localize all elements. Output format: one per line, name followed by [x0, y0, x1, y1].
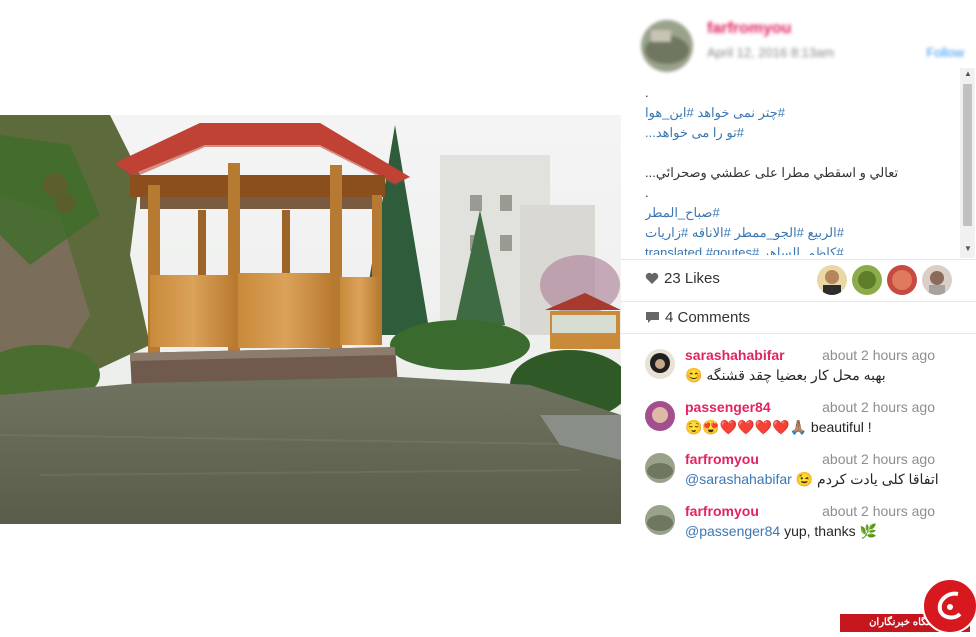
comment-username[interactable]: farfromyou: [685, 451, 759, 467]
divider: [621, 259, 976, 260]
comment-body: yup, thanks 🌿: [784, 523, 877, 539]
comment-mention[interactable]: @passenger84: [685, 523, 780, 539]
post-caption: . #چتر نمی خواهد #این_هوا #تو را می خواه…: [645, 83, 955, 255]
scroll-up-icon[interactable]: ▲: [964, 69, 972, 78]
caption-scrollbar[interactable]: ▲ ▼: [960, 68, 975, 258]
comment-username[interactable]: passenger84: [685, 399, 771, 415]
commenter-avatar[interactable]: [645, 453, 675, 483]
comment-time: about 2 hours ago: [822, 503, 935, 519]
watermark-logo: باشگاه خبرنگاران: [840, 578, 976, 634]
heart-icon: [645, 272, 659, 284]
caption-line[interactable]: #صباح_المطر: [645, 203, 955, 223]
comment-item: sarashahabifar about 2 hours ago 😊 بهبه …: [645, 347, 955, 397]
caption-line: .: [645, 85, 649, 100]
comment-mention[interactable]: @sarashahabifar: [685, 471, 792, 487]
liker-avatar[interactable]: [922, 265, 952, 295]
comment-username[interactable]: sarashahabifar: [685, 347, 785, 363]
comments-count: 4 Comments: [665, 309, 751, 326]
likes-count: 23 Likes: [664, 270, 720, 287]
comment-time: about 2 hours ago: [822, 399, 935, 415]
liker-avatar[interactable]: [887, 265, 917, 295]
caption-line: .: [645, 185, 649, 200]
likes-row[interactable]: 23 Likes: [645, 270, 720, 287]
caption-line[interactable]: #كاظم_الساهر #translated #qoutes: [645, 243, 955, 255]
caption-line: [645, 143, 955, 163]
comment-text: 😊 بهبه محل کار بعضیا چقد قشنگه: [685, 367, 886, 384]
comment-item: passenger84 about 2 hours ago 😌😍❤️❤️❤️❤️…: [645, 399, 955, 449]
comment-text: @passenger84 yup, thanks 🌿: [685, 523, 877, 540]
follow-button[interactable]: Follow: [926, 45, 964, 60]
comment-username[interactable]: farfromyou: [685, 503, 759, 519]
comment-time: about 2 hours ago: [822, 347, 935, 363]
post-date: April 12, 2016 8:13am: [707, 45, 835, 60]
comment-item: farfromyou about 2 hours ago @sarashahab…: [645, 451, 955, 501]
scroll-down-icon[interactable]: ▼: [964, 244, 972, 253]
comment-text: 😌😍❤️❤️❤️❤️🙏🏽 beautiful !: [685, 419, 872, 436]
comment-bubble-icon: [646, 312, 659, 323]
caption-line[interactable]: #الربيع #الجو_ممطر #الاناقه #زاريات: [645, 223, 955, 243]
comment-body: 😊 بهبه محل کار بعضیا چقد قشنگه: [685, 367, 886, 383]
liker-avatar[interactable]: [817, 265, 847, 295]
comment-item: farfromyou about 2 hours ago @passenger8…: [645, 503, 955, 553]
post-header: farfromyou April 12, 2016 8:13am Follow: [621, 0, 976, 80]
caption-line[interactable]: #چتر نمی خواهد #این_هوا: [645, 103, 955, 123]
commenter-avatar[interactable]: [645, 349, 675, 379]
watermark-emblem-icon: [922, 578, 976, 634]
author-avatar[interactable]: [641, 20, 693, 72]
author-username[interactable]: farfromyou: [707, 20, 791, 38]
comment-body: 😌😍❤️❤️❤️❤️🙏🏽 beautiful !: [685, 419, 872, 435]
scrollbar-thumb[interactable]: [963, 84, 972, 226]
divider: [621, 301, 976, 302]
caption-line[interactable]: #تو را می خواهد...: [645, 123, 955, 143]
comment-body: 😉 اتفاقا کلی یادت کردم: [795, 471, 939, 487]
caption-line: تعالي و اسقطي مطرا على عطشي وصحرائي...: [645, 165, 899, 180]
divider: [621, 333, 976, 334]
post-photo[interactable]: [0, 115, 621, 524]
commenter-avatar[interactable]: [645, 505, 675, 535]
post-side-panel: farfromyou April 12, 2016 8:13am Follow …: [621, 0, 976, 633]
comment-text: @sarashahabifar 😉 اتفاقا کلی یادت کردم: [685, 471, 939, 488]
commenter-avatar[interactable]: [645, 401, 675, 431]
liker-avatar[interactable]: [852, 265, 882, 295]
comment-time: about 2 hours ago: [822, 451, 935, 467]
photo-pane: [0, 0, 621, 633]
comments-count-row[interactable]: 4 Comments: [645, 309, 750, 326]
